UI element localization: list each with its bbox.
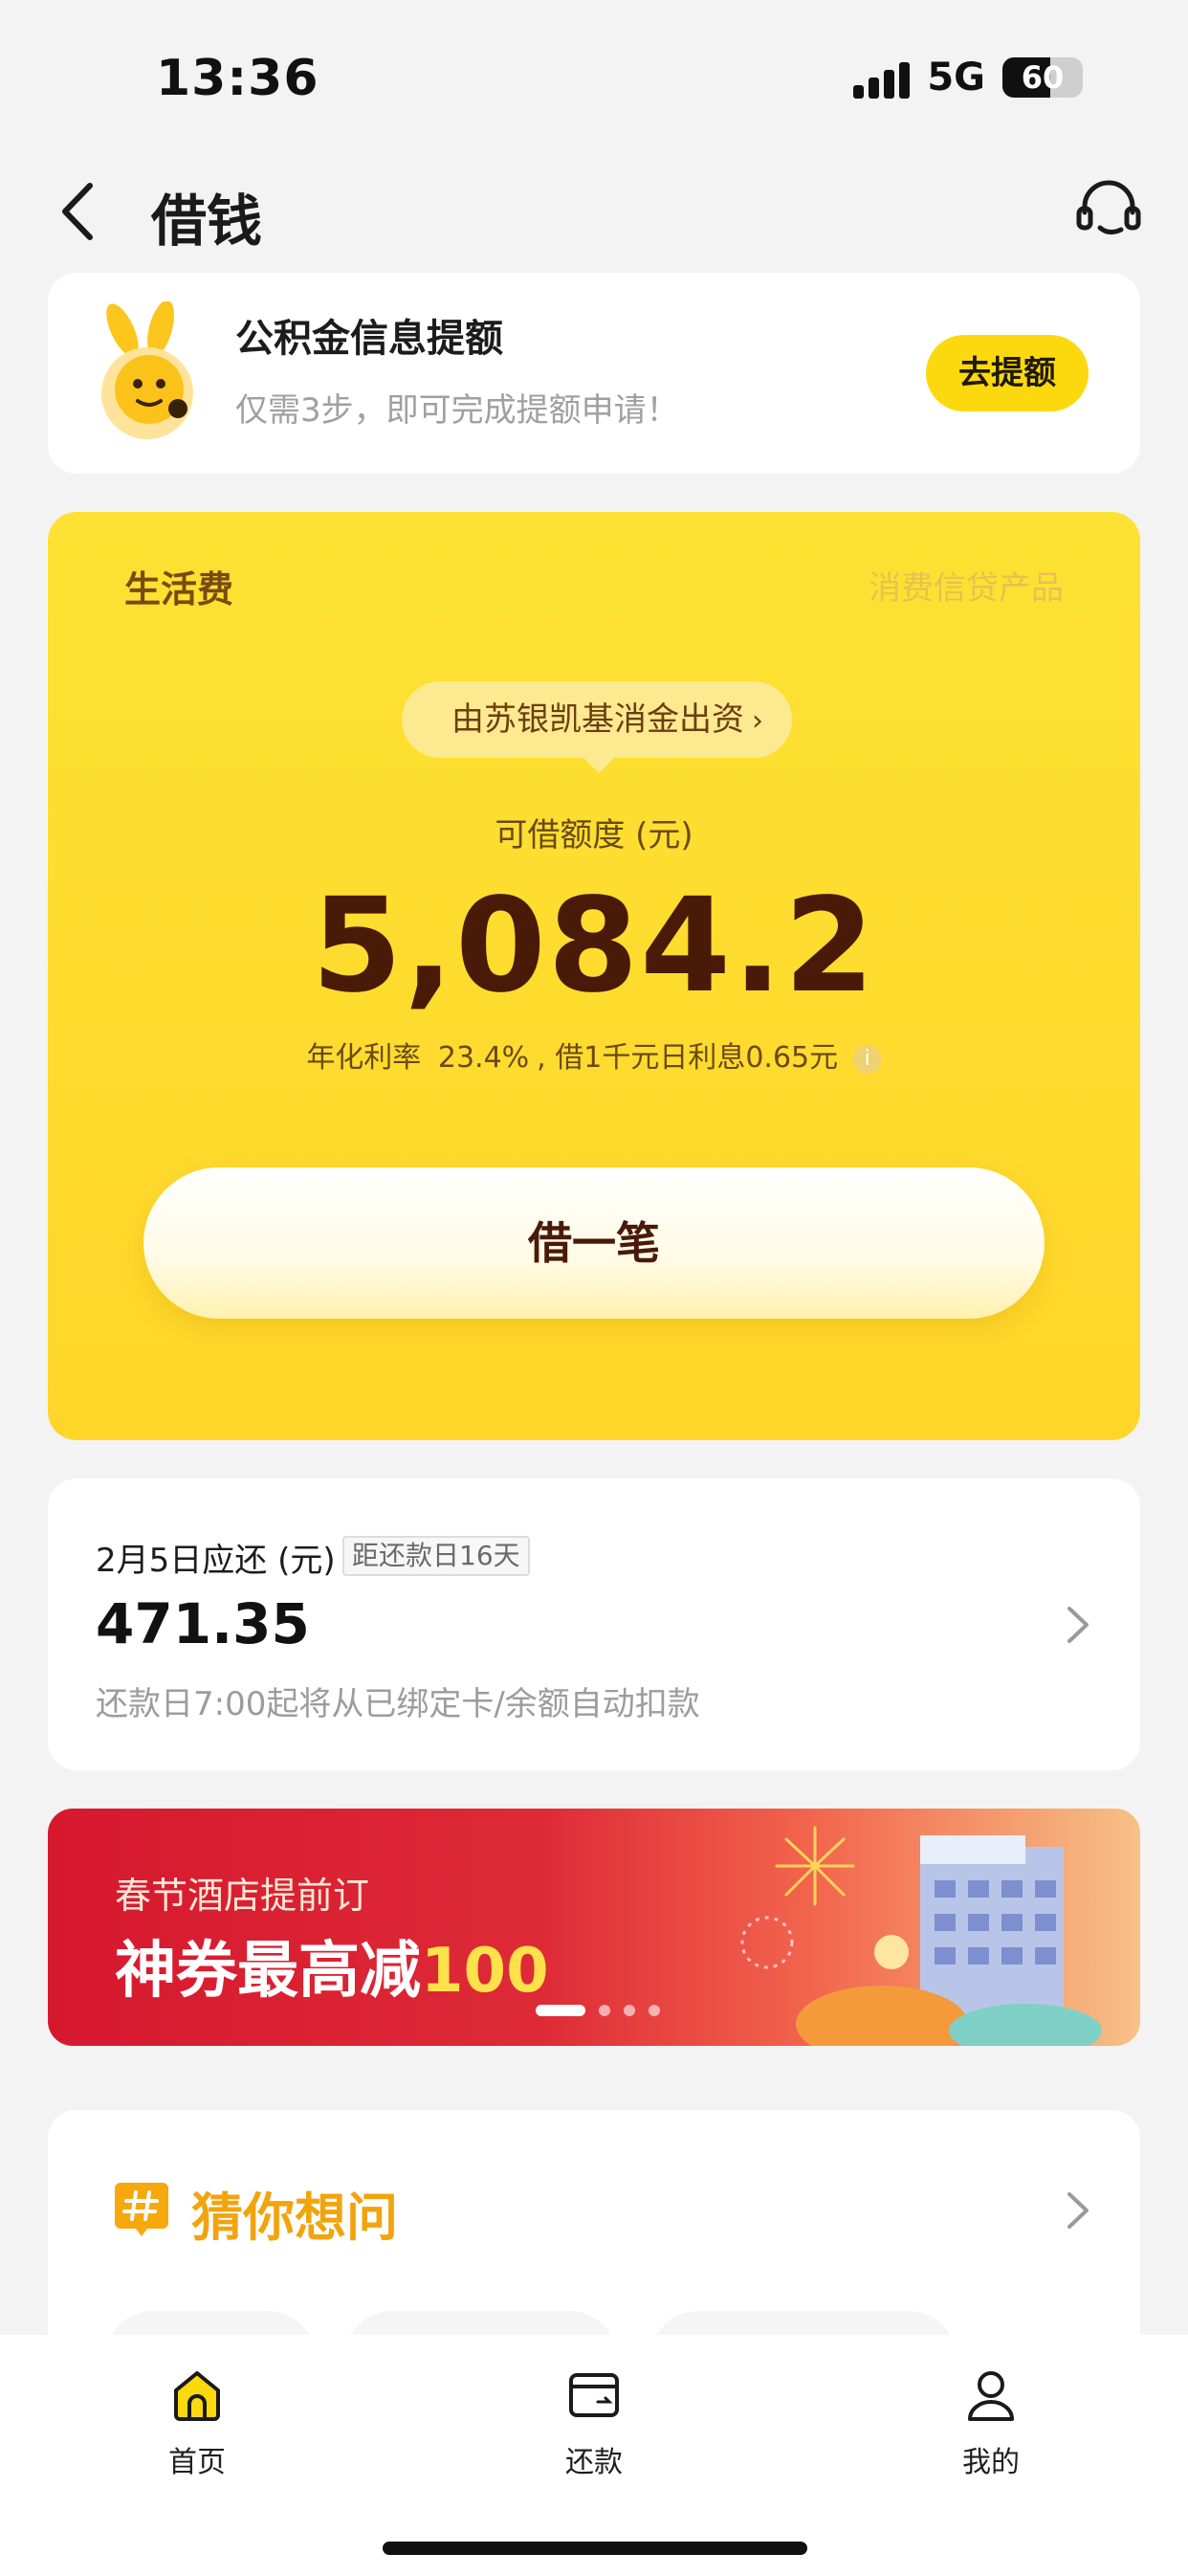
signal-icon (853, 56, 911, 99)
auto-debit-note: 还款日7:00起将从已绑定卡/余额自动扣款 (96, 1685, 700, 1723)
product-type: 消费信贷产品 (869, 569, 1064, 608)
home-icon (174, 2371, 220, 2421)
tab-home[interactable]: 首页 (101, 2364, 293, 2480)
borrow-button[interactable]: 借一笔 (143, 1167, 1045, 1319)
user-icon (968, 2371, 1014, 2421)
faq-title: 猜你想问 (191, 2187, 398, 2248)
rate-prefix: 年化利率 (306, 1041, 422, 1075)
raise-limit-button[interactable]: 去提额 (926, 335, 1089, 411)
banner-title-highlight: 100 (421, 1936, 549, 2007)
promo-title: 公积金信息提额 (235, 317, 503, 361)
chevron-right-icon[interactable] (1064, 1603, 1092, 1647)
headset-icon[interactable] (1073, 174, 1144, 245)
carousel-dots[interactable] (536, 2005, 660, 2016)
product-name: 生活费 (124, 568, 234, 611)
tab-repay[interactable]: 还款 (498, 2364, 690, 2480)
repayment-card[interactable]: 2月5日应还 (元) 距还款日16天 471.35 还款日7:00起将从已绑定卡… (48, 1478, 1140, 1770)
chevron-right-icon: › (752, 704, 763, 738)
tab-mine[interactable]: 我的 (895, 2364, 1087, 2480)
status-indicators: 5G 60 (853, 56, 1083, 100)
limit-label: 可借额度 (元) (495, 816, 693, 855)
rate-value: 23.4% (437, 1041, 530, 1075)
hash-icon (115, 2183, 168, 2236)
tab-bar: 首页 还款 我的 (0, 2335, 1188, 2576)
status-bar: 13:36 5G 60 (0, 0, 1188, 153)
due-countdown-badge: 距还款日16天 (342, 1536, 530, 1576)
battery-icon: 60 (1002, 57, 1083, 98)
due-label: 2月5日应还 (元) (96, 1542, 336, 1580)
rabbit-mascot-icon (101, 301, 193, 439)
info-icon[interactable]: i (852, 1044, 882, 1074)
promo-banner[interactable]: 春节酒店提前订 神券最高减100 (48, 1809, 1140, 2046)
loan-card: 生活费 消费信贷产品 由苏银凯基消金出资 › 可借额度 (元) 5,084.2 年… (48, 512, 1140, 1440)
due-amount: 471.35 (96, 1591, 310, 1656)
battery-level: 60 (1021, 59, 1065, 96)
chevron-left-icon[interactable] (55, 178, 101, 245)
banner-title: 神券最高减100 (115, 1921, 549, 2010)
chevron-right-icon[interactable] (1064, 2188, 1092, 2232)
nav-bar: 借钱 (0, 153, 1188, 268)
rate-suffix: , 借1千元日利息0.65元 (537, 1041, 839, 1075)
promo-card[interactable]: 公积金信息提额 仅需3步，即可完成提额申请！ 去提额 (48, 273, 1140, 474)
status-time: 13:36 (156, 50, 319, 107)
banner-title-prefix: 神券最高减 (115, 1936, 421, 2007)
tab-label: 还款 (565, 2446, 623, 2479)
rate-info: 年化利率 23.4%, 借1千元日利息0.65元 i (48, 1033, 1140, 1076)
tab-label: 首页 (168, 2446, 226, 2479)
wallet-icon (569, 2373, 619, 2417)
home-indicator (383, 2542, 807, 2555)
funder-tag[interactable]: 由苏银凯基消金出资 › (402, 681, 792, 773)
network-label: 5G (927, 56, 985, 100)
promo-subtitle: 仅需3步，即可完成提额申请！ (235, 391, 679, 430)
banner-subtitle: 春节酒店提前订 (115, 1875, 370, 1917)
hotel-illustration-icon (740, 1826, 1102, 2046)
funder-label: 由苏银凯基消金出资 (451, 700, 744, 739)
tab-label: 我的 (962, 2446, 1020, 2479)
page-title: 借钱 (151, 189, 263, 254)
limit-value: 5,084.2 (311, 871, 877, 1022)
